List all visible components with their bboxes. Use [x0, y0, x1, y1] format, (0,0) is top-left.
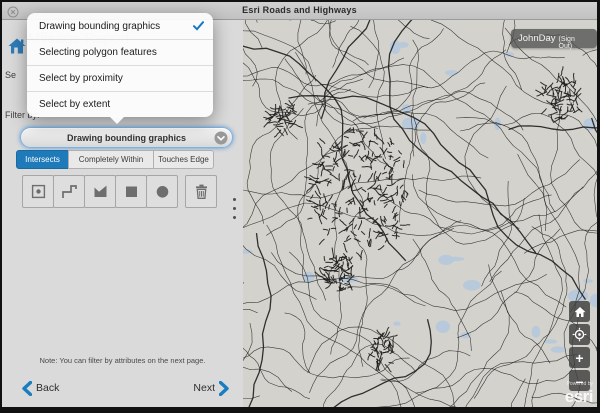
chevron-left-icon: [22, 381, 32, 396]
draw-rectangle-button[interactable]: [115, 175, 147, 208]
locate-button[interactable]: [569, 324, 590, 345]
tab-completely-within-label: Completely Within: [79, 155, 143, 164]
spatial-relation-tabs: Intersects Completely Within Touches Edg…: [16, 150, 214, 169]
back-button[interactable]: Back: [22, 381, 59, 396]
zoom-in-label: +: [575, 351, 583, 365]
menu-item-select-by-proximity[interactable]: Select by proximity: [27, 65, 213, 91]
road-network-svg: [243, 20, 597, 407]
map-home-button[interactable]: [569, 301, 590, 322]
clear-graphics-button[interactable]: [185, 175, 217, 208]
menu-item-label: Selecting polygon features: [39, 47, 157, 58]
map-home-icon: [573, 305, 587, 319]
menu-item-label: Select by proximity: [39, 73, 123, 84]
tab-completely-within[interactable]: Completely Within: [68, 150, 154, 169]
draw-tools: [22, 175, 217, 208]
next-button[interactable]: Next: [193, 381, 229, 396]
circle-icon: [154, 183, 171, 200]
popup-callout-arrow: [109, 116, 125, 124]
back-label: Back: [36, 382, 59, 394]
selection-method-dropdown[interactable]: Drawing bounding graphics: [20, 127, 233, 148]
covered-label-fragment: Se: [5, 70, 16, 80]
tab-touches-edge-label: Touches Edge: [158, 155, 209, 164]
esri-attribution: Powered by esri: [565, 382, 593, 406]
user-badge[interactable]: JohnDay (Sign Out): [511, 29, 597, 48]
chevron-right-icon: [219, 381, 229, 396]
polyline-icon: [61, 183, 78, 200]
draw-point-button[interactable]: [22, 175, 54, 208]
draw-circle-button[interactable]: [146, 175, 178, 208]
polygon-icon: [92, 183, 109, 200]
home-icon[interactable]: [7, 36, 27, 56]
sign-out-link[interactable]: (Sign Out): [559, 36, 591, 50]
panel-resize-handle[interactable]: [233, 198, 236, 219]
selection-method-menu: Drawing bounding graphics Selecting poly…: [27, 13, 213, 117]
window-frame: Esri Roads and Highways Mileage Report S…: [0, 0, 600, 413]
zoom-in-button[interactable]: +: [569, 347, 590, 368]
check-icon: [193, 21, 204, 31]
menu-item-select-by-extent[interactable]: Select by extent: [27, 91, 213, 117]
trash-icon: [193, 183, 210, 200]
point-icon: [30, 183, 47, 200]
rectangle-icon: [123, 183, 140, 200]
wizard-nav: Back Next: [2, 376, 243, 400]
locate-icon: [572, 327, 587, 342]
chevron-down-icon: [214, 131, 228, 145]
draw-polyline-button[interactable]: [53, 175, 85, 208]
esri-logo: esri: [565, 387, 593, 406]
user-name: JohnDay: [518, 29, 556, 48]
menu-item-drawing-bounding-graphics[interactable]: Drawing bounding graphics: [27, 13, 213, 39]
menu-item-selecting-polygon-features[interactable]: Selecting polygon features: [27, 39, 213, 65]
next-label: Next: [193, 382, 215, 394]
app-window: Esri Roads and Highways Mileage Report S…: [2, 2, 597, 407]
selection-method-value: Drawing bounding graphics: [67, 133, 186, 143]
map-controls: + –: [569, 301, 590, 391]
menu-item-label: Drawing bounding graphics: [39, 21, 160, 32]
tab-intersects-label: Intersects: [25, 155, 60, 164]
tab-intersects[interactable]: Intersects: [16, 150, 69, 169]
draw-polygon-button[interactable]: [84, 175, 116, 208]
menu-item-label: Select by extent: [39, 99, 110, 110]
note-text: Note: You can filter by attributes on th…: [2, 356, 243, 365]
tab-touches-edge[interactable]: Touches Edge: [153, 150, 214, 169]
map-view[interactable]: JohnDay (Sign Out) +: [243, 20, 597, 407]
